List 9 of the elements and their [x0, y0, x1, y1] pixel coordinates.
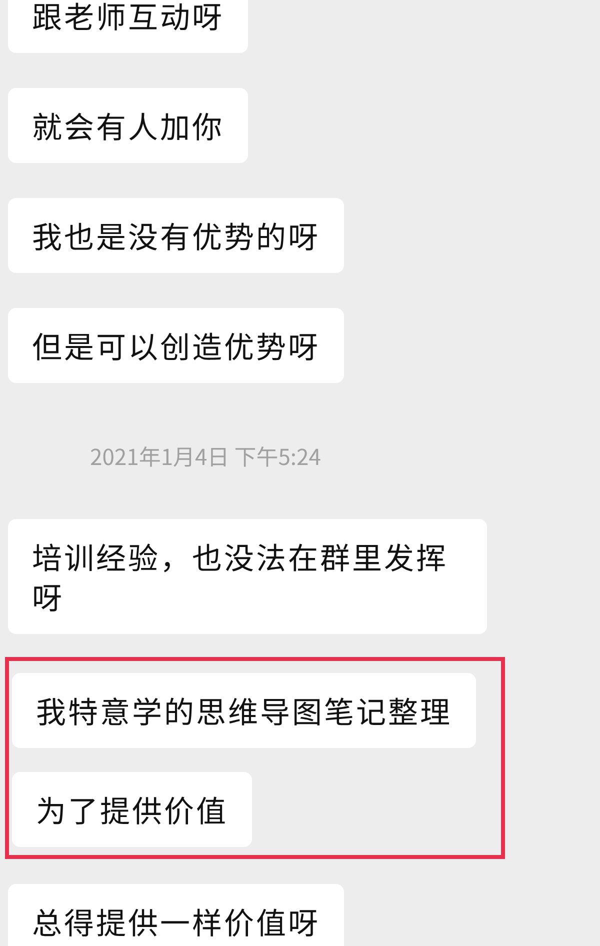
message-bubble: 我特意学的思维导图笔记整理: [12, 673, 476, 748]
message-bubble: 跟老师互动呀: [8, 0, 248, 53]
message-bubble: 总得提供一样价值呀: [8, 884, 344, 946]
timestamp: 2021年1月4日 下午5:24: [90, 440, 321, 472]
message-bubble: 但是可以创造优势呀: [8, 308, 344, 383]
message-bubble: 就会有人加你: [8, 88, 248, 163]
message-bubble: 培训经验，也没法在群里发挥呀: [8, 519, 487, 634]
message-bubble: 我也是没有优势的呀: [8, 198, 344, 273]
message-bubble: 为了提供价值: [12, 772, 252, 847]
